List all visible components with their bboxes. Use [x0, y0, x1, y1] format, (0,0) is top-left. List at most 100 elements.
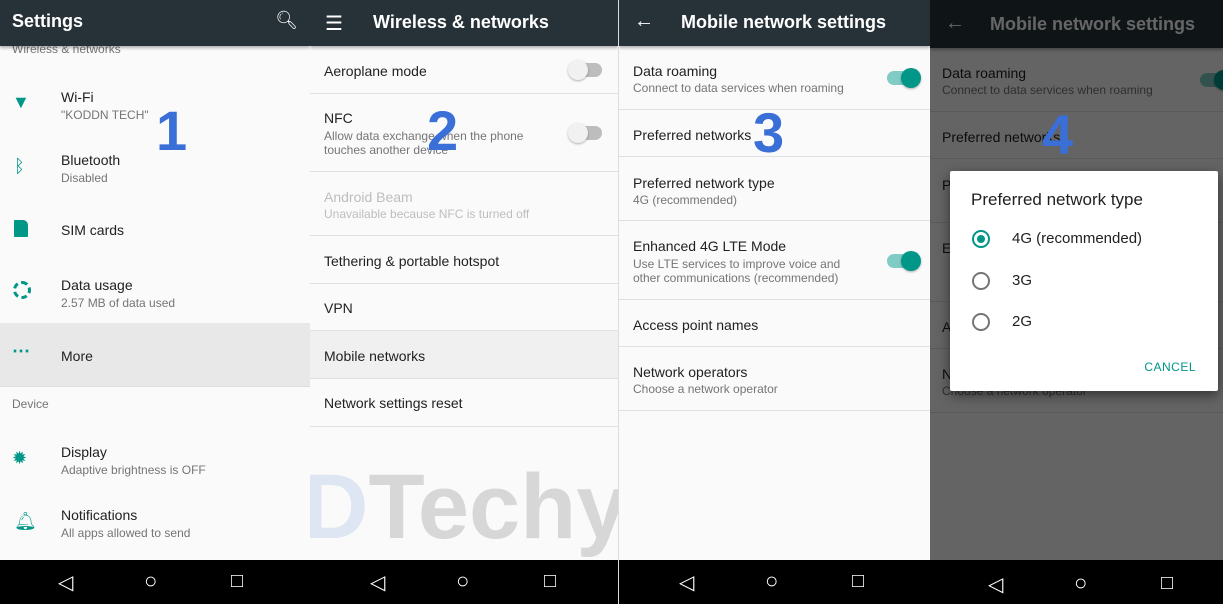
recents-icon[interactable]: □: [231, 570, 243, 593]
network-settings-reset-item[interactable]: Network settings reset: [310, 379, 618, 427]
home-icon[interactable]: ○: [456, 568, 469, 594]
back-icon[interactable]: ◁: [988, 572, 1003, 597]
page-title: Wireless & networks: [373, 12, 549, 32]
navigation-bar: ◁ ○ □: [619, 560, 930, 604]
mobile-networks-item[interactable]: Mobile networks: [310, 331, 618, 379]
settings-item-data-usage[interactable]: Data usage 2.57 MB of data used: [0, 264, 310, 324]
sim-card-icon: [14, 220, 28, 237]
radio-button[interactable]: [972, 313, 990, 331]
radio-button[interactable]: [972, 272, 990, 290]
home-icon[interactable]: ○: [1074, 570, 1087, 596]
item-title: Bluetooth: [61, 152, 121, 168]
item-subtitle: Unavailable because NFC is turned off: [324, 207, 530, 221]
home-icon[interactable]: ○: [765, 568, 778, 594]
enhanced-4g-toggle[interactable]: [887, 251, 921, 271]
item-title: Data usage: [61, 277, 133, 293]
back-icon[interactable]: ◁: [58, 570, 73, 595]
bluetooth-icon: ᛒ: [14, 156, 25, 176]
item-subtitle: other communications (recommended): [633, 271, 839, 285]
toolbar: ← Mobile network settings: [619, 0, 930, 46]
preferred-network-type-dialog: Preferred network type 4G (recommended) …: [950, 171, 1218, 391]
recents-icon[interactable]: □: [852, 570, 864, 593]
item-title: Network operators: [633, 364, 748, 380]
wifi-icon: ▼: [12, 92, 30, 112]
back-icon[interactable]: ◁: [370, 570, 385, 595]
data-usage-icon: [13, 281, 31, 299]
cancel-button[interactable]: CANCEL: [1144, 360, 1196, 374]
back-arrow-icon[interactable]: ←: [634, 10, 654, 33]
dtechy-watermark: DTechy: [310, 456, 618, 558]
item-title: NFC: [324, 110, 353, 126]
toolbar: ☰ Wireless & networks: [310, 0, 618, 46]
navigation-bar: ◁ ○ □: [310, 560, 618, 604]
item-subtitle: Connect to data services when roaming: [633, 81, 844, 95]
item-title: Notifications: [61, 507, 138, 523]
network-type-dialog-panel: ← Mobile network settings Data roaming C…: [930, 0, 1223, 604]
step-number: 2: [427, 99, 459, 162]
recents-icon[interactable]: □: [544, 570, 556, 593]
item-subtitle: 2.57 MB of data used: [61, 296, 176, 310]
bell-icon: 🔔︎: [14, 511, 37, 531]
enhanced-4g-lte-item[interactable]: Enhanced 4G LTE Mode Use LTE services to…: [619, 221, 930, 300]
nfc-toggle[interactable]: [568, 123, 602, 143]
mobile-network-settings-panel: ← Mobile network settings Data roaming C…: [618, 0, 930, 604]
option-label: 4G (recommended): [1012, 230, 1143, 247]
settings-item-more[interactable]: ⋯ More: [0, 323, 310, 387]
item-title: VPN: [324, 300, 353, 316]
recents-icon[interactable]: □: [1161, 572, 1173, 595]
item-title: Aeroplane mode: [324, 63, 427, 79]
page-title: Mobile network settings: [681, 12, 887, 32]
search-icon[interactable]: 🔍︎: [275, 10, 298, 31]
settings-item-bluetooth[interactable]: ᛒ Bluetooth Disabled: [0, 139, 310, 199]
item-title: SIM cards: [61, 222, 125, 238]
settings-item-notifications[interactable]: 🔔︎ Notifications All apps allowed to sen…: [0, 494, 310, 554]
data-roaming-toggle[interactable]: [887, 68, 921, 88]
network-operators-item[interactable]: Network operators Choose a network opera…: [619, 347, 930, 411]
back-icon[interactable]: ◁: [679, 570, 694, 595]
item-title: Mobile networks: [324, 348, 426, 364]
settings-item-display[interactable]: ✹ Display Adaptive brightness is OFF: [0, 431, 310, 491]
item-subtitle: Choose a network operator: [633, 382, 778, 396]
item-title: Network settings reset: [324, 395, 463, 411]
step-number: 1: [156, 99, 188, 162]
home-icon[interactable]: ○: [144, 568, 157, 594]
item-title: Tethering & portable hotspot: [324, 253, 500, 269]
toolbar: Settings 🔍︎: [0, 0, 310, 46]
item-title: Preferred networks: [633, 127, 752, 143]
tethering-item[interactable]: Tethering & portable hotspot: [310, 236, 618, 284]
aeroplane-mode-item[interactable]: Aeroplane mode: [310, 46, 618, 94]
wireless-networks-panel: ☰ Wireless & networks Aeroplane mode NFC…: [310, 0, 618, 604]
item-subtitle: Disabled: [61, 171, 108, 185]
settings-item-sim-cards[interactable]: SIM cards: [0, 205, 310, 255]
settings-panel: Settings 🔍︎ Wireless & networks ▼ Wi-Fi …: [0, 0, 310, 604]
radio-button-selected[interactable]: [972, 230, 990, 248]
item-title: More: [61, 348, 93, 364]
item-title: Enhanced 4G LTE Mode: [633, 238, 787, 254]
dialog-title: Preferred network type: [971, 190, 1143, 209]
item-title: Data roaming: [633, 63, 718, 79]
item-title: Preferred network type: [633, 175, 775, 191]
item-title: Access point names: [633, 317, 759, 333]
brightness-icon: ✹: [12, 448, 28, 468]
step-number: 4: [1042, 103, 1074, 166]
more-icon: ⋯: [12, 341, 30, 361]
item-subtitle: "KODDN TECH": [61, 108, 149, 122]
item-subtitle: Use LTE services to improve voice and: [633, 257, 841, 271]
settings-item-wifi[interactable]: ▼ Wi-Fi "KODDN TECH": [0, 76, 310, 136]
page-title: Settings: [12, 11, 84, 31]
navigation-bar: ◁ ○ □: [930, 560, 1223, 604]
option-label: 2G: [1012, 313, 1033, 330]
access-point-names-item[interactable]: Access point names: [619, 300, 930, 347]
preferred-network-type-item[interactable]: Preferred network type 4G (recommended): [619, 157, 930, 221]
section-header: Device: [12, 397, 49, 411]
item-title: Android Beam: [324, 189, 413, 205]
item-subtitle: 4G (recommended): [633, 193, 738, 207]
item-subtitle: Adaptive brightness is OFF: [61, 463, 206, 477]
vpn-item[interactable]: VPN: [310, 284, 618, 331]
aeroplane-mode-toggle[interactable]: [568, 60, 602, 80]
nfc-item[interactable]: NFC Allow data exchange when the phone t…: [310, 94, 618, 172]
item-subtitle: All apps allowed to send: [61, 526, 191, 540]
item-title: Wi-Fi: [61, 89, 94, 105]
menu-icon[interactable]: ☰: [325, 11, 343, 36]
android-beam-item: Android Beam Unavailable because NFC is …: [310, 172, 618, 236]
